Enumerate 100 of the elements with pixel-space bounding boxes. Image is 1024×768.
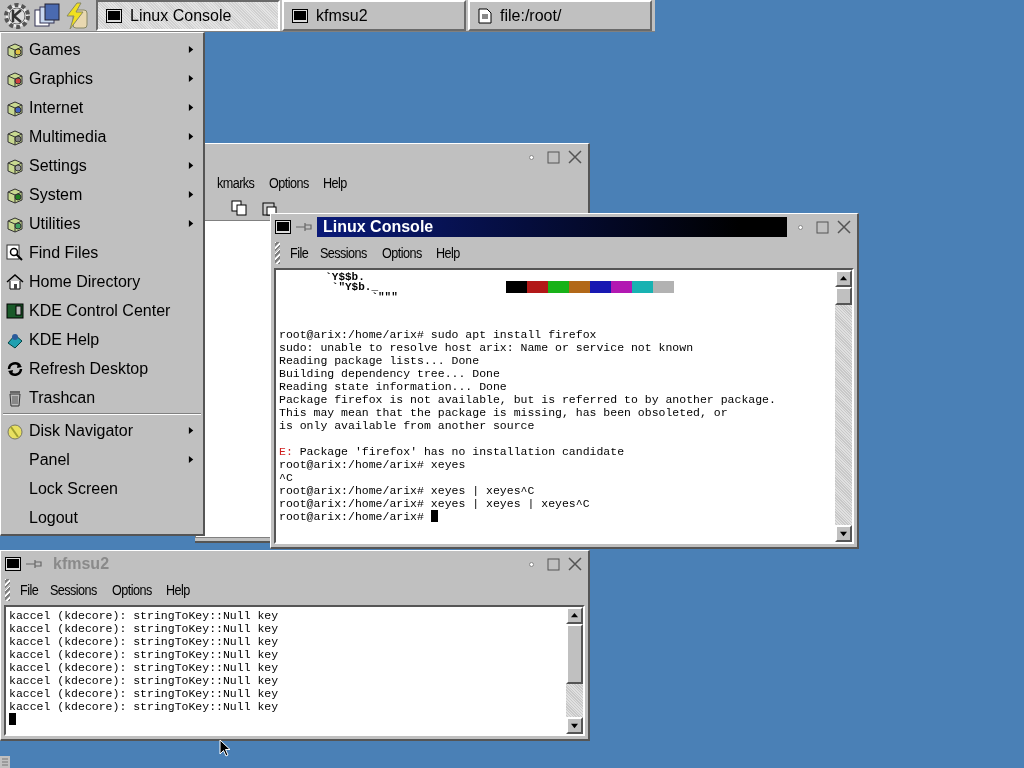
- pin-icon[interactable]: [25, 559, 43, 569]
- task-button[interactable]: file:/root/: [468, 0, 652, 31]
- menu-item[interactable]: Options: [382, 245, 422, 261]
- menu-item[interactable]: Help: [436, 245, 460, 261]
- terminal-line: kaccel (kdecore): stringToKey::Null key: [9, 609, 280, 622]
- scroll-up-button[interactable]: [835, 270, 852, 287]
- up-arrow-icon: [840, 275, 847, 282]
- package-icon: [6, 40, 24, 59]
- maximize-icon: [815, 220, 829, 234]
- terminal-line: sudo: unable to resolve host arix: Name or service not known: [279, 341, 695, 354]
- menu-item[interactable]: Help: [322, 175, 347, 191]
- menubar-handle[interactable]: [275, 242, 280, 264]
- start-menu-item[interactable]: KDE Control Center: [1, 296, 203, 325]
- scroll-thumb[interactable]: [835, 287, 852, 305]
- grip-icon[interactable]: [0, 756, 10, 768]
- menu-item[interactable]: Options: [112, 582, 152, 598]
- maximize-icon: [546, 557, 560, 571]
- task-button[interactable]: kfmsu2: [282, 0, 466, 31]
- copy-icon[interactable]: [231, 200, 247, 216]
- menu-item[interactable]: kmarks: [217, 175, 255, 191]
- terminal-line: ^C: [279, 471, 294, 484]
- window-title: Linux Console: [317, 217, 787, 237]
- close-icon: [568, 557, 582, 571]
- start-menu-item[interactable]: System: [1, 180, 203, 209]
- trash-icon: [6, 388, 24, 407]
- terminal-line: is only available from another source: [279, 419, 536, 432]
- terminal-line: Building dependency tree... Done: [279, 367, 501, 380]
- start-menu-item[interactable]: Lock Screen: [1, 474, 203, 503]
- magnifier-icon: [6, 243, 24, 262]
- package-icon: [6, 98, 24, 117]
- refresh-icon: [6, 359, 24, 378]
- menu-item[interactable]: Options: [268, 175, 309, 191]
- start-menu-item[interactable]: Utilities: [1, 209, 203, 238]
- windows-icon[interactable]: [33, 1, 61, 30]
- disk-icon: [6, 421, 24, 440]
- scroll-down-button[interactable]: [835, 525, 852, 542]
- start-menu-item[interactable]: Refresh Desktop: [1, 354, 203, 383]
- start-menu-item[interactable]: Internet: [1, 93, 203, 122]
- terminal-line: kaccel (kdecore): stringToKey::Null key: [9, 687, 280, 700]
- maximize-icon: [546, 150, 560, 164]
- package-icon: [6, 185, 24, 204]
- ascii-art: `""": [371, 292, 398, 302]
- menu-item[interactable]: Sessions: [320, 245, 367, 261]
- control-center-icon: [6, 301, 24, 320]
- terminal-prompt: root@arix:/home/arix#: [279, 510, 425, 523]
- terminal-line: root@arix:/home/arix# xeyes | xeyes^C: [279, 484, 536, 497]
- close-button[interactable]: [835, 218, 853, 236]
- start-menu-item[interactable]: Multimedia: [1, 122, 203, 151]
- dot-icon: [797, 224, 803, 230]
- close-button[interactable]: [566, 555, 584, 573]
- pin-icon[interactable]: [295, 222, 313, 232]
- paste-icon[interactable]: [261, 200, 277, 216]
- terminal-line: kaccel (kdecore): stringToKey::Null key: [9, 674, 280, 687]
- scroll-thumb[interactable]: [566, 624, 583, 684]
- close-button[interactable]: [566, 148, 584, 166]
- menu-item[interactable]: File: [20, 582, 39, 598]
- terminal-line: kaccel (kdecore): stringToKey::Null key: [9, 622, 280, 635]
- start-menu-item[interactable]: Games: [1, 35, 203, 64]
- terminal-line: Reading state information... Done: [279, 380, 508, 393]
- menubar-handle[interactable]: [5, 579, 10, 601]
- ascii-art: `"Y$b._: [331, 282, 379, 292]
- terminal-icon: [106, 8, 122, 23]
- scroll-down-button[interactable]: [566, 717, 583, 734]
- task-button[interactable]: Linux Console: [96, 0, 280, 31]
- text-cursor: [430, 510, 438, 522]
- start-menu-item[interactable]: Home Directory: [1, 267, 203, 296]
- terminal-line: E: Package 'firefox' has no installation candidate: [279, 445, 626, 458]
- terminal-line: root@arix:/home/arix# sudo apt install firefox: [279, 328, 598, 341]
- window-menu-icon: [275, 220, 291, 234]
- down-arrow-icon: [571, 722, 578, 729]
- start-menu-item[interactable]: Settings: [1, 151, 203, 180]
- dot-icon: [528, 154, 534, 160]
- scrollbar[interactable]: [835, 270, 852, 542]
- package-icon: [6, 156, 24, 175]
- terminal-line: Package firefox is not available, but is referred to by another package.: [279, 393, 777, 406]
- terminal-icon: [292, 8, 308, 23]
- start-menu-item[interactable]: KDE Help: [1, 325, 203, 354]
- start-menu-item[interactable]: Panel: [1, 445, 203, 474]
- menu-item[interactable]: Help: [166, 582, 190, 598]
- terminal-line: kaccel (kdecore): stringToKey::Null key: [9, 648, 280, 661]
- package-icon: [6, 127, 24, 146]
- start-menu-item[interactable]: Logout: [1, 503, 203, 532]
- start-menu-item[interactable]: Trashcan: [1, 383, 203, 412]
- start-menu-item[interactable]: Graphics: [1, 64, 203, 93]
- window-menu-icon: [5, 557, 21, 571]
- ascii-art: `Y$$b.: [324, 272, 365, 282]
- terminal-line: Reading package lists... Done: [279, 354, 481, 367]
- scroll-up-button[interactable]: [566, 607, 583, 624]
- close-icon: [837, 220, 851, 234]
- start-menu-item[interactable]: Disk Navigator: [1, 416, 203, 445]
- terminal-line: kaccel (kdecore): stringToKey::Null key: [9, 700, 280, 713]
- menu-item[interactable]: File: [290, 245, 309, 261]
- package-icon: [6, 69, 24, 88]
- start-menu-item[interactable]: Find Files: [1, 238, 203, 267]
- scrollbar[interactable]: [566, 607, 583, 734]
- text-cursor: [9, 713, 16, 725]
- terminal-line: kaccel (kdecore): stringToKey::Null key: [9, 661, 280, 674]
- terminal-line: root@arix:/home/arix# xeyes | xeyes | xeyes^C: [279, 497, 591, 510]
- gear-icon[interactable]: [3, 1, 31, 30]
- menu-item[interactable]: Sessions: [50, 582, 97, 598]
